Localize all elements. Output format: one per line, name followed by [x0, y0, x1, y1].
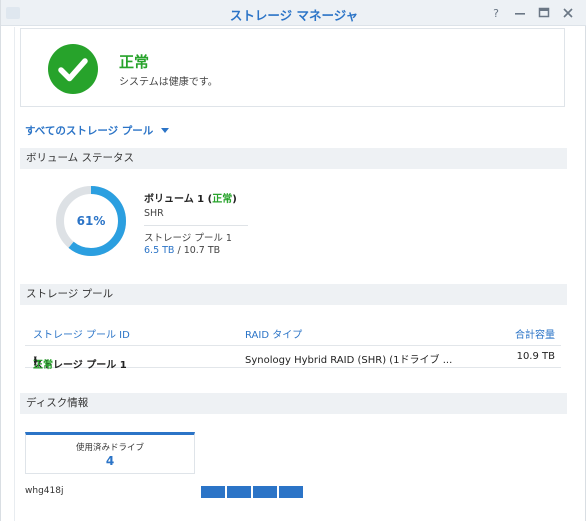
used-drives-count: 4 [105, 454, 115, 468]
minimize-icon[interactable] [511, 4, 529, 22]
check-circle-icon [47, 43, 99, 95]
maximize-icon[interactable] [535, 4, 553, 22]
used-drives-card[interactable]: 使用済みドライブ 4 [25, 432, 195, 474]
volume-total: 10.7 TB [183, 245, 221, 256]
volume-status-close: ) [232, 194, 237, 205]
volume-used: 6.5 TB [144, 245, 175, 256]
drive-slot[interactable] [253, 486, 277, 498]
health-status-description: システムは健康です。 [119, 77, 218, 88]
pool-raid-cell: Synology Hybrid RAID (SHR) (1ドライブ ... [245, 355, 453, 366]
left-divider [14, 27, 15, 521]
drive-slot[interactable] [227, 486, 251, 498]
caret-down-icon [161, 127, 170, 133]
drive-slot[interactable] [279, 486, 303, 498]
volume-name: ボリューム 1 [144, 194, 205, 205]
health-status-card: 正常 システムは健康です。 [20, 28, 565, 107]
drive-slots [201, 486, 305, 498]
column-header-total-capacity[interactable]: 合計容量 [515, 326, 555, 341]
pool-status-close: ) [33, 356, 38, 367]
content-pane[interactable]: 正常 システムは健康です。 すべてのストレージ プール ボリューム ステータス … [1, 27, 586, 521]
health-status-title: 正常 [119, 53, 150, 71]
volume-info-divider [144, 225, 248, 226]
table-row[interactable]: ストレージ プール 1 (正常) Synology Hybrid RAID (S… [25, 346, 561, 371]
close-icon[interactable] [559, 4, 577, 22]
storage-pool-selector[interactable]: すべてのストレージ プール [25, 122, 170, 138]
nas-hostname: whg418j [25, 486, 64, 496]
used-drives-label: 使用済みドライブ [75, 443, 144, 453]
volume-name-line: ボリューム 1 (正常) [144, 190, 254, 205]
volume-pool-name: ストレージ プール 1 [144, 233, 232, 244]
volume-status: 正常 [212, 194, 233, 205]
pool-capacity-cell: 10.9 TB [516, 351, 555, 362]
storage-pool-selector-label: すべてのストレージ プール [25, 124, 154, 137]
help-icon[interactable]: ? [487, 4, 505, 22]
volume-capacity-separator: / [174, 245, 184, 256]
storage-manager-window: ストレージ マネージャ ? 正常 システムは健康です。 すべてのストレージ プー… [0, 0, 586, 521]
volume-raid-type: SHR [144, 208, 164, 219]
title-bar: ストレージ マネージャ ? [1, 0, 586, 26]
volume-status-header: ボリューム ステータス [20, 148, 567, 169]
svg-text:?: ? [493, 7, 499, 20]
volume-info: ボリューム 1 (正常) SHR ストレージ プール 1 6.5 TB / 10… [144, 190, 254, 258]
pool-table-header: ストレージ プール ID RAID タイプ 合計容量 [25, 322, 561, 346]
volume-usage-percent: 61% [76, 214, 106, 228]
column-header-pool-id[interactable]: ストレージ プール ID [33, 326, 130, 341]
drive-slot[interactable] [201, 486, 225, 498]
volume-capacity: 6.5 TB / 10.7 TB [144, 245, 254, 258]
storage-pool-header: ストレージ プール [20, 284, 567, 305]
column-header-raid-type[interactable]: RAID タイプ [245, 326, 302, 341]
disk-info-header: ディスク情報 [20, 393, 567, 414]
